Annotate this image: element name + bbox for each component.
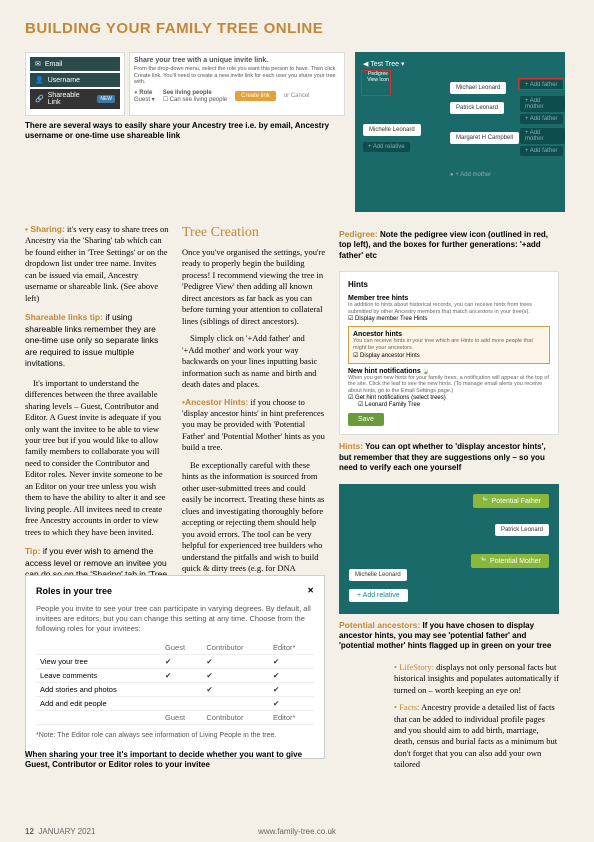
- share-email-row[interactable]: ✉Email: [30, 57, 120, 71]
- create-link-button[interactable]: Create link: [235, 91, 276, 101]
- add-mother-bottom[interactable]: ● + Add mother: [450, 172, 491, 178]
- potential-mother[interactable]: 🍃 Potential Mother: [471, 554, 549, 568]
- tree-title[interactable]: ◀ Test Tree ▾: [363, 60, 557, 68]
- close-icon[interactable]: ✕: [307, 586, 314, 595]
- node-michelle-2[interactable]: Michelle Leonard: [349, 569, 407, 581]
- share-username-row[interactable]: 👤Username: [30, 73, 120, 87]
- add-mother-1[interactable]: + Add mother: [520, 96, 565, 112]
- node-michelle[interactable]: Michelle Leonard: [363, 124, 421, 136]
- user-icon: 👤: [35, 76, 44, 84]
- add-father-2[interactable]: + Add father: [520, 114, 563, 124]
- share-link-config: Share your tree with a unique invite lin…: [129, 52, 345, 116]
- page-header: BUILDING YOUR FAMILY TREE ONLINE: [25, 20, 569, 37]
- node-patrick[interactable]: Patrick Leonard: [450, 102, 504, 114]
- potential-father[interactable]: 🍃 Potential Father: [473, 494, 549, 508]
- roles-dialog: ✕ Roles in your tree People you invite t…: [25, 575, 325, 759]
- roles-caption: When sharing your tree it's important to…: [25, 750, 325, 771]
- link-icon: 🔗: [35, 95, 44, 103]
- add-mother-2[interactable]: + Add mother: [520, 128, 565, 144]
- add-father-outline: [518, 78, 564, 90]
- share-methods-panel: ✉Email 👤Username 🔗Shareable Link NEW: [25, 52, 125, 116]
- column-3: Pedigree: Note the pedigree view icon (o…: [339, 224, 559, 777]
- table-row: Leave comments✔✔✔: [36, 669, 314, 683]
- node-michael[interactable]: Michael Leonard: [450, 82, 506, 94]
- save-button[interactable]: Save: [348, 413, 384, 426]
- share-caption: There are several ways to easily share y…: [25, 121, 345, 142]
- table-row: Add and edit people✔: [36, 697, 314, 711]
- node-patrick-2[interactable]: Patrick Leonard: [495, 524, 549, 536]
- cb-member-hints[interactable]: ☑ Display member Tree Hints: [348, 315, 550, 322]
- mail-icon: ✉: [35, 60, 41, 68]
- node-margaret[interactable]: Margaret H Campbell: [450, 132, 519, 144]
- potential-ancestors-panel: 🍃 Potential Father Patrick Leonard 🍃 Pot…: [339, 484, 559, 614]
- cancel-link[interactable]: or Cancel: [284, 93, 310, 99]
- hints-settings-panel: Hints Member tree hints In addition to h…: [339, 271, 559, 435]
- roles-table: GuestContributorEditor* View your tree✔✔…: [36, 641, 314, 725]
- new-badge: NEW: [97, 95, 115, 103]
- add-father-3[interactable]: + Add father: [520, 146, 563, 156]
- cb-notifications[interactable]: ☑ Get hint notifications (select trees): [348, 394, 550, 401]
- add-relative-2[interactable]: + Add relative: [349, 589, 408, 602]
- pedigree-icon-label: Pedigree View Icon: [365, 72, 391, 83]
- cb-ancestor-hints[interactable]: ☑ Display ancestor Hints: [353, 352, 545, 359]
- table-row: Add stories and photos✔✔: [36, 683, 314, 697]
- pedigree-view-panel: ◀ Test Tree ▾ Pedigree View Icon Michell…: [355, 52, 565, 212]
- add-relative[interactable]: + Add relative: [363, 142, 410, 152]
- share-link-row[interactable]: 🔗Shareable Link NEW: [30, 89, 120, 109]
- cb-tree-select[interactable]: ☑ Leonard Family Tree: [358, 401, 550, 408]
- table-row: View your tree✔✔✔: [36, 655, 314, 669]
